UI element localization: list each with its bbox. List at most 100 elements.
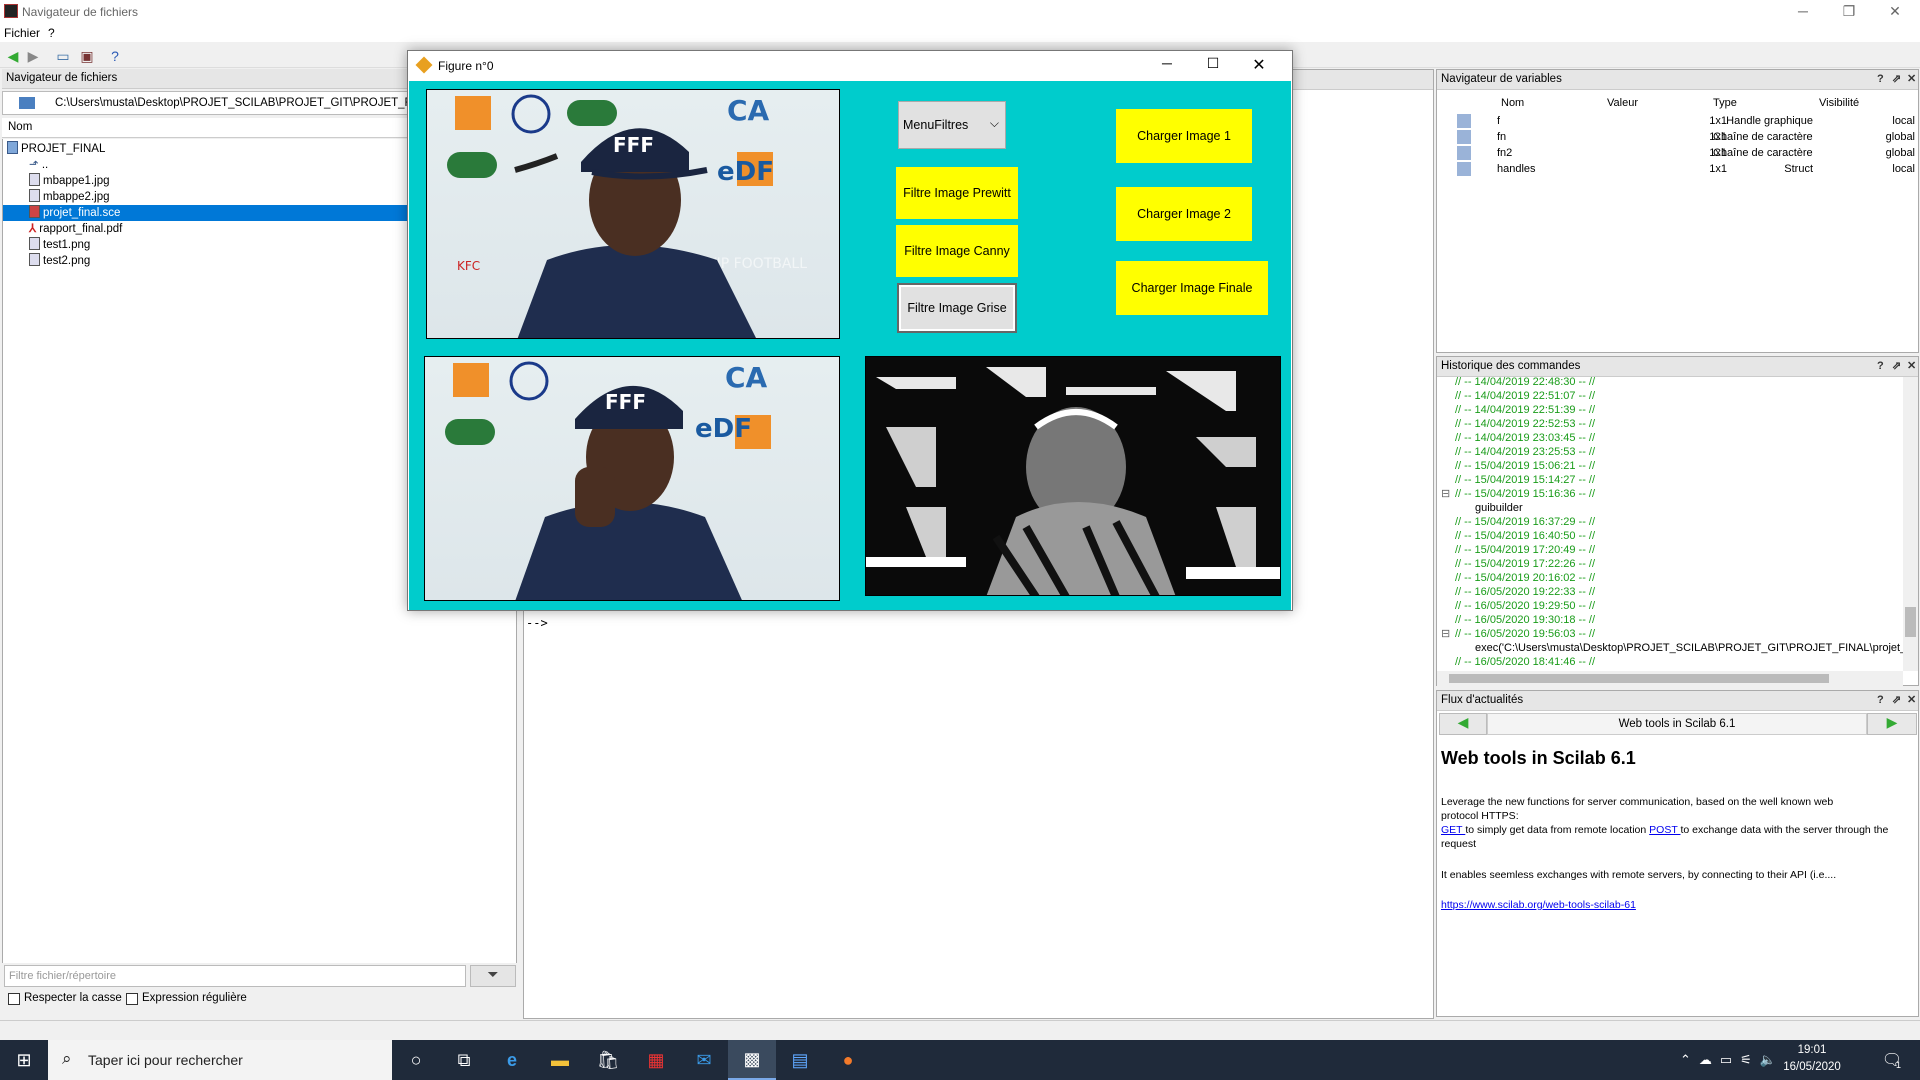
menu-help[interactable]: ? (48, 26, 55, 40)
scroll-thumb[interactable] (1905, 607, 1916, 637)
undock-icon[interactable]: ⇗ (1892, 70, 1901, 89)
header-type[interactable]: Type (1713, 95, 1737, 111)
history-entry[interactable]: // -- 14/04/2019 22:48:30 -- // (1455, 375, 1595, 389)
history-entry[interactable]: // -- 15/04/2019 15:14:27 -- // (1455, 473, 1595, 487)
filter-input[interactable]: Filtre fichier/répertoire (4, 965, 466, 987)
minimize-button[interactable]: ─ (1780, 0, 1826, 24)
var-name[interactable]: handles (1497, 161, 1536, 177)
scroll-thumb[interactable] (1449, 674, 1829, 683)
close-icon[interactable]: ✕ (1907, 691, 1916, 710)
notification-icon[interactable]: 🗨 (1868, 1040, 1916, 1080)
restore-button[interactable]: ❐ (1826, 0, 1872, 24)
tree-parent[interactable]: ⬏ .. (29, 157, 48, 173)
mail-icon[interactable]: ✉ (680, 1040, 728, 1080)
news-prev-button[interactable]: ◀ (1439, 713, 1487, 735)
start-windows-icon[interactable]: ⊞ (0, 1040, 48, 1080)
var-name[interactable]: fn2 (1497, 145, 1512, 161)
tray-icons[interactable]: ⌃☁▭⚟🔈 (1680, 1052, 1784, 1068)
get-link[interactable]: GET (1441, 824, 1465, 836)
history-entry[interactable]: // -- 16/05/2020 18:41:46 -- // (1455, 655, 1595, 669)
folder-icon[interactable]: ▭ (54, 47, 72, 65)
news-url-link[interactable]: https://www.scilab.org/web-tools-scilab-… (1441, 899, 1636, 911)
filtre-prewitt-button[interactable]: Filtre Image Prewitt (896, 167, 1018, 219)
var-name[interactable]: fn (1497, 129, 1506, 145)
clock-time[interactable]: 19:01 (1780, 1044, 1844, 1056)
filtre-canny-button[interactable]: Filtre Image Canny (896, 225, 1018, 277)
collapse-icon[interactable]: ⊟ (1441, 487, 1450, 501)
figure-minimize-button[interactable]: ─ (1152, 55, 1182, 71)
scilab-icon[interactable]: ▣ (78, 47, 96, 65)
gift-icon[interactable]: ▦ (632, 1040, 680, 1080)
menu-filtres-dropdown[interactable]: MenuFiltres ⌵ (898, 101, 1006, 149)
filter-icon[interactable]: ⏷ (470, 965, 516, 987)
history-entry[interactable]: // -- 14/04/2019 23:03:45 -- // (1455, 431, 1595, 445)
history-entry[interactable]: // -- 16/05/2020 19:22:33 -- // (1455, 585, 1595, 599)
tree-root[interactable]: PROJET_FINAL (7, 141, 105, 157)
news-next-button[interactable]: ▶ (1867, 713, 1917, 735)
history-entry[interactable]: // -- 15/04/2019 17:20:49 -- // (1455, 543, 1595, 557)
clock-date[interactable]: 16/05/2020 (1780, 1061, 1844, 1073)
menu-fichier[interactable]: Fichier (4, 26, 40, 40)
help-icon[interactable]: ? (1877, 691, 1884, 710)
charger-image-2-button[interactable]: Charger Image 2 (1116, 187, 1252, 241)
file-item[interactable]: mbappe1.jpg (29, 173, 110, 189)
history-entry[interactable]: // -- 15/04/2019 16:37:29 -- // (1455, 515, 1595, 529)
file-explorer-icon[interactable]: ▬ (536, 1040, 584, 1080)
case-checkbox[interactable] (8, 993, 20, 1005)
history-entry[interactable]: // -- 15/04/2019 16:40:50 -- // (1455, 529, 1595, 543)
history-entry[interactable]: // -- 15/04/2019 20:16:02 -- // (1455, 571, 1595, 585)
var-name[interactable]: f (1497, 113, 1500, 129)
history-entry[interactable]: // -- 14/04/2019 23:25:53 -- // (1455, 445, 1595, 459)
charger-image-1-button[interactable]: Charger Image 1 (1116, 109, 1252, 163)
header-nom[interactable]: Nom (1501, 95, 1524, 111)
history-entry[interactable]: // -- 15/04/2019 15:16:36 -- // (1455, 487, 1595, 501)
close-icon[interactable]: ✕ (1907, 357, 1916, 376)
close-icon[interactable]: ✕ (1907, 70, 1916, 89)
file-item[interactable]: mbappe2.jpg (29, 189, 110, 205)
history-command[interactable]: exec('C:\Users\musta\Desktop\PROJET_SCIL… (1475, 641, 1903, 655)
file-item-selected[interactable]: projet_final.sce (3, 205, 409, 221)
taskbar-search-box[interactable]: ⌕ Taper ici pour rechercher (48, 1040, 392, 1080)
history-entry[interactable]: // -- 16/05/2020 19:29:50 -- // (1455, 599, 1595, 613)
collapse-icon[interactable]: ⊟ (1441, 627, 1450, 641)
header-visibilite[interactable]: Visibilité (1819, 95, 1859, 111)
history-hscrollbar[interactable] (1437, 671, 1903, 686)
back-arrow-icon[interactable]: ◀ (4, 47, 22, 65)
history-entry[interactable]: // -- 15/04/2019 17:22:26 -- // (1455, 557, 1595, 571)
regex-checkbox[interactable] (126, 993, 138, 1005)
firefox-icon[interactable]: ● (824, 1040, 872, 1080)
history-entry[interactable]: // -- 14/04/2019 22:51:07 -- // (1455, 389, 1595, 403)
undock-icon[interactable]: ⇗ (1892, 357, 1901, 376)
history-entry[interactable]: // -- 14/04/2019 22:52:53 -- // (1455, 417, 1595, 431)
undock-icon[interactable]: ⇗ (1892, 691, 1901, 710)
history-vscrollbar[interactable] (1903, 377, 1918, 671)
history-entry[interactable]: // -- 16/05/2020 19:30:18 -- // (1455, 613, 1595, 627)
header-valeur[interactable]: Valeur (1607, 95, 1638, 111)
figure-maximize-button[interactable]: ☐ (1198, 55, 1228, 72)
file-item[interactable]: test2.png (29, 253, 90, 269)
path-field[interactable]: C:\Users\musta\Desktop\PROJET_SCILAB\PRO… (55, 97, 455, 109)
history-entry[interactable]: // -- 14/04/2019 22:51:39 -- // (1455, 403, 1595, 417)
post-link[interactable]: POST (1649, 824, 1680, 836)
cortana-icon[interactable]: ○ (392, 1040, 440, 1080)
history-command[interactable]: guibuilder (1475, 501, 1523, 515)
help-icon[interactable]: ? (1877, 357, 1884, 376)
figure-close-button[interactable]: ✕ (1244, 55, 1274, 75)
edge-browser-icon[interactable]: e (488, 1040, 536, 1080)
forward-arrow-icon[interactable]: ▶ (24, 47, 42, 65)
charger-image-finale-button[interactable]: Charger Image Finale (1116, 261, 1268, 315)
help-icon[interactable]: ? (106, 47, 124, 65)
history-entry[interactable]: // -- 15/04/2019 15:06:21 -- // (1455, 459, 1595, 473)
help-icon[interactable]: ? (1877, 70, 1884, 89)
folder-icon[interactable] (19, 97, 35, 109)
scilab-taskbar-icon[interactable]: ▩ (728, 1040, 776, 1080)
task-view-icon[interactable]: ⧉ (440, 1040, 488, 1080)
store-icon[interactable]: 🛍 (584, 1040, 632, 1080)
history-entry[interactable]: // -- 16/05/2020 19:56:03 -- // (1455, 627, 1595, 641)
scinotes-taskbar-icon[interactable]: ▤ (776, 1040, 824, 1080)
file-item[interactable]: ⅄ rapport_final.pdf (29, 221, 122, 237)
file-item[interactable]: test1.png (29, 237, 90, 253)
news-title: Flux d'actualités ? ⇗ ✕ (1437, 691, 1918, 711)
filtre-grise-button[interactable]: Filtre Image Grise (897, 283, 1017, 333)
close-button[interactable]: ✕ (1872, 0, 1918, 24)
